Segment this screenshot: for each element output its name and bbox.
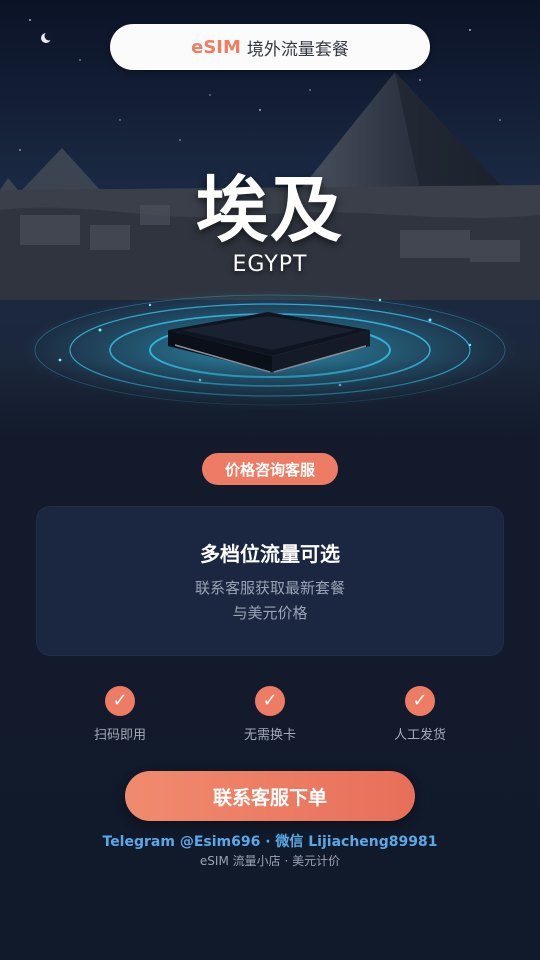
feature-label: 扫码即用 <box>93 728 146 743</box>
feature-item-scan: ✓ 扫码即用 <box>60 686 180 743</box>
feature-label: 无需换卡 <box>243 728 296 743</box>
country-name-en: EGYPT <box>232 252 308 277</box>
feature-label: 人工发货 <box>393 728 446 743</box>
header-pill[interactable]: eSIM 境外流量套餐 <box>110 24 430 70</box>
feature-item-manual-delivery: ✓ 人工发货 <box>360 686 480 743</box>
country-name: 埃及 <box>195 168 344 252</box>
info-card: 多档位流量可选 联系客服获取最新套餐 与美元价格 <box>36 506 504 656</box>
order-button[interactable]: 联系客服下单 <box>125 771 415 821</box>
brand-label: eSIM <box>191 36 241 58</box>
card-line-1: 联系客服获取最新套餐 <box>194 579 345 597</box>
price-inquiry-button[interactable]: 价格咨询客服 <box>202 453 338 485</box>
footer-text: eSIM 流量小店 · 美元计价 <box>199 854 341 868</box>
check-icon: ✓ <box>255 686 285 716</box>
page: eSIM 境外流量套餐 埃及 EGYPT 价格咨询客服 多档位流量可选 联系客服… <box>0 0 540 960</box>
card-line-2: 与美元价格 <box>232 604 308 622</box>
header-title: 境外流量套餐 <box>246 39 349 60</box>
check-icon: ✓ <box>105 686 135 716</box>
feature-item-no-swap: ✓ 无需换卡 <box>210 686 330 743</box>
check-icon: ✓ <box>405 686 435 716</box>
contact-info[interactable]: Telegram @Esim696 · 微信 Lijiacheng89981 <box>0 831 540 851</box>
feature-list: ✓ 扫码即用 ✓ 无需换卡 ✓ 人工发货 <box>0 686 540 746</box>
card-heading: 多档位流量可选 <box>200 542 340 566</box>
